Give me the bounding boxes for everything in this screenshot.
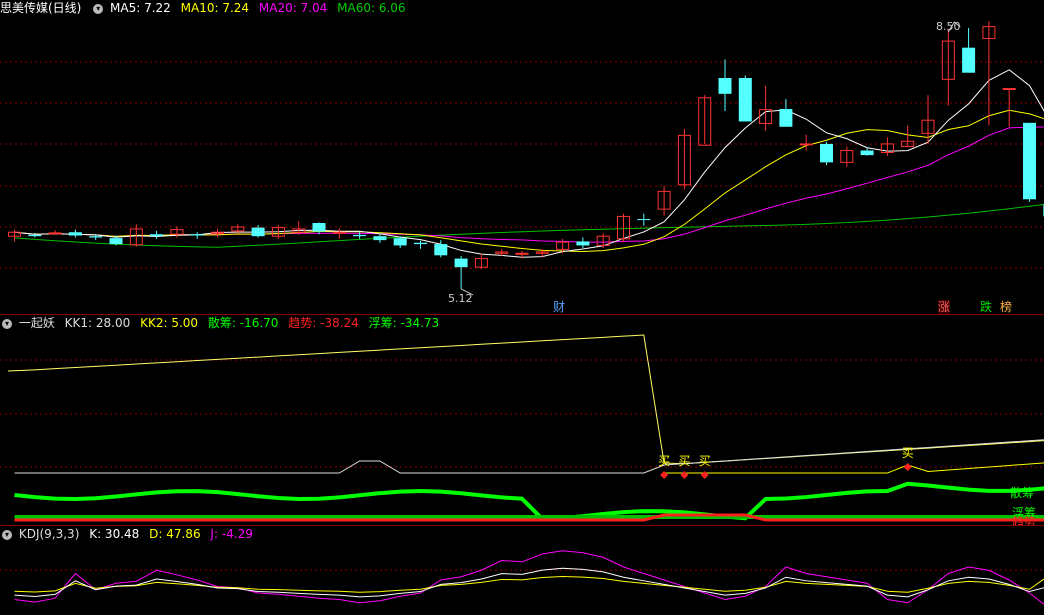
sanchou-label: 散筹 bbox=[1010, 486, 1035, 500]
kk2-value: KK2: 5.00 bbox=[140, 316, 199, 330]
buy-signal-marker bbox=[680, 471, 689, 479]
buy-signal-label: 买 bbox=[678, 454, 690, 468]
candle-body bbox=[1002, 88, 1016, 91]
candle-body bbox=[779, 108, 793, 127]
stock-title: 思美传媒(日线) bbox=[0, 1, 82, 15]
price-chart-header: 思美传媒(日线) ▾ MA5: 7.22 MA10: 7.24 MA20: 7.… bbox=[0, 0, 412, 16]
candle-body bbox=[109, 238, 123, 245]
limit-down-marker[interactable]: 跌 bbox=[980, 300, 992, 314]
price-chart-panel[interactable]: 思美传媒(日线) ▾ MA5: 7.22 MA10: 7.24 MA20: 7.… bbox=[0, 0, 1044, 314]
indicator-svg[interactable]: 买买买买 bbox=[0, 315, 1044, 525]
ma60-value: MA60: 6.06 bbox=[337, 1, 406, 15]
price-chart-svg[interactable] bbox=[0, 0, 1044, 314]
candle-body bbox=[820, 143, 833, 163]
ma5-line bbox=[14, 69, 1044, 258]
kdj-d-value: D: 47.86 bbox=[149, 527, 201, 541]
kdj-j-value: J: -4.29 bbox=[210, 527, 253, 541]
buy-signal-label: 买 bbox=[658, 454, 670, 468]
candle-body bbox=[48, 232, 62, 235]
kdj-d-line bbox=[14, 575, 1044, 593]
ma10-line bbox=[14, 109, 1044, 253]
candle-body bbox=[150, 234, 164, 237]
kdj-name: KDJ(9,3,3) bbox=[18, 527, 80, 541]
candle-body bbox=[68, 232, 82, 236]
kk1-value: KK1: 28.00 bbox=[64, 316, 131, 330]
candle-body bbox=[353, 234, 367, 237]
candle-body bbox=[312, 223, 326, 232]
indicator-name: 一起妖 bbox=[18, 316, 55, 330]
candle-body bbox=[637, 219, 651, 221]
candle-body bbox=[28, 234, 42, 237]
kk2-line bbox=[14, 439, 1044, 474]
candle-body bbox=[860, 150, 874, 156]
kdj-j-line bbox=[14, 550, 1044, 605]
candle-body bbox=[799, 143, 813, 146]
candle-body bbox=[414, 242, 427, 245]
candle-body bbox=[251, 227, 265, 237]
candle-body bbox=[962, 47, 976, 73]
kk2-lower-line bbox=[664, 462, 1044, 474]
sanchou-value: 散筹: -16.70 bbox=[207, 316, 279, 330]
indicator-header: ▾ 一起妖 KK1: 28.00 KK2: 5.00 散筹: -16.70 趋势… bbox=[0, 315, 445, 331]
candle-body bbox=[738, 78, 752, 122]
buy-signal-label: 买 bbox=[902, 446, 914, 460]
limit-up-marker[interactable]: 涨 bbox=[938, 300, 951, 314]
kk1-line bbox=[7, 334, 1044, 465]
ma10-value: MA10: 7.24 bbox=[180, 1, 250, 15]
ma20-value: MA20: 7.04 bbox=[258, 1, 328, 15]
candle-body bbox=[1023, 122, 1036, 200]
candle-body bbox=[454, 258, 468, 268]
high-price-label: 8.50 bbox=[936, 20, 961, 33]
fuchou-value: 浮筹: -34.73 bbox=[368, 316, 440, 330]
candle-body bbox=[434, 244, 448, 256]
candle-body bbox=[332, 231, 346, 234]
kdj-k-value: K: 30.48 bbox=[89, 527, 140, 541]
candle-body bbox=[190, 234, 204, 236]
ma5-value: MA5: 7.22 bbox=[110, 1, 171, 15]
list-marker[interactable]: 榜 bbox=[1000, 300, 1012, 314]
sanchou-line bbox=[14, 481, 1044, 521]
candle-body bbox=[718, 78, 732, 94]
low-price-label: 5.12 bbox=[448, 292, 473, 305]
collapse-icon[interactable]: ▾ bbox=[2, 318, 12, 329]
buy-signal-marker bbox=[903, 463, 912, 471]
qushi-label: 趋势 bbox=[1012, 515, 1037, 525]
indicator-panel[interactable]: 买买买买 ▾ 一起妖 KK1: 28.00 KK2: 5.00 散筹: -16.… bbox=[0, 315, 1044, 525]
buy-signal-label: 买 bbox=[699, 454, 711, 468]
collapse-icon[interactable]: ▾ bbox=[2, 529, 12, 540]
candle-body bbox=[515, 252, 529, 255]
candle-body bbox=[89, 236, 103, 238]
candle-body bbox=[576, 241, 590, 246]
kdj-header: ▾ KDJ(9,3,3) K: 30.48 D: 47.86 J: -4.29 bbox=[0, 526, 259, 542]
kdj-panel[interactable]: ▾ KDJ(9,3,3) K: 30.48 D: 47.86 J: -4.29 bbox=[0, 526, 1044, 615]
collapse-icon[interactable]: ▾ bbox=[93, 3, 104, 14]
finance-marker[interactable]: 财 bbox=[553, 300, 565, 314]
qushi-value: 趋势: -38.24 bbox=[288, 316, 359, 330]
candle-body bbox=[373, 236, 387, 241]
buy-signal-marker bbox=[700, 471, 709, 479]
candle-body bbox=[393, 238, 407, 246]
buy-signal-marker bbox=[660, 471, 669, 479]
